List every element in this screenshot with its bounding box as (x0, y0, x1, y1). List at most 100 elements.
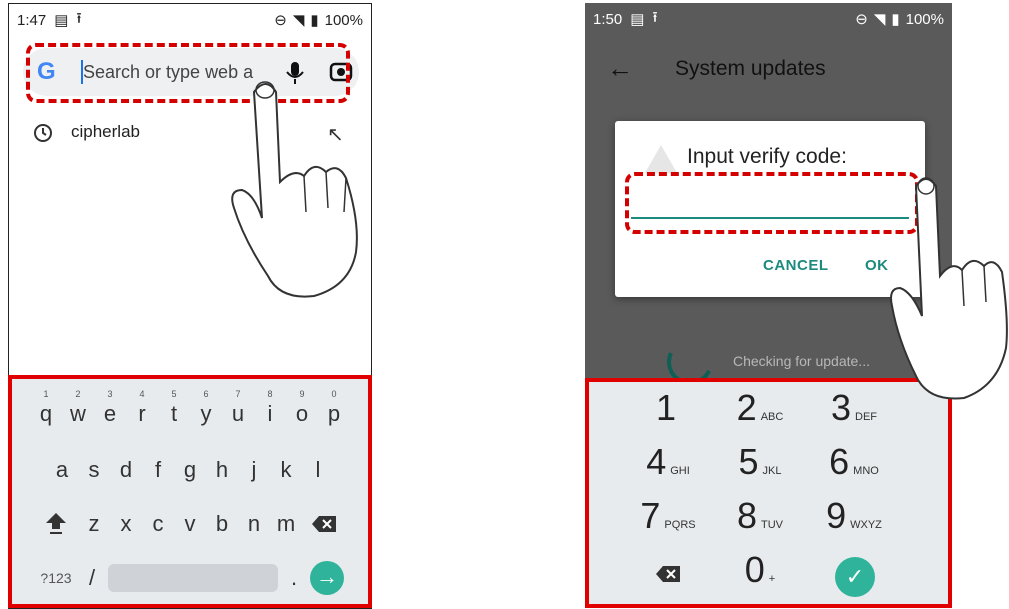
key-d[interactable]: d (110, 450, 142, 490)
dnd-icon: ⊖ (855, 11, 868, 28)
keypad-letters: PQRS (664, 519, 696, 531)
keypad-key-9[interactable]: 9 WXYZ (809, 495, 899, 549)
key-y[interactable]: 6y (190, 389, 222, 434)
warning-icon (645, 145, 677, 173)
input-highlight-frame (625, 172, 919, 234)
key-h[interactable]: h (206, 450, 238, 490)
app-bar: ← System updates (585, 35, 952, 99)
keypad-digit: 1 (655, 387, 677, 428)
key-number-hint: 6 (203, 389, 209, 399)
keypad-letters: TUV (761, 519, 784, 531)
key-p[interactable]: 0p (318, 389, 350, 434)
key-number-hint: 1 (43, 389, 49, 399)
keypad-digit: 2 (736, 387, 757, 428)
keypad-letters: JKL (762, 465, 782, 477)
key-f[interactable]: f (142, 450, 174, 490)
sim-icon: ▤ (54, 12, 69, 29)
keypad-digit: 7 (640, 495, 661, 536)
wifi-icon: ◥ (873, 11, 886, 28)
battery-level: 100% (324, 11, 363, 29)
symbols-key[interactable]: ?123 (36, 558, 76, 598)
key-c[interactable]: c (142, 504, 174, 544)
key-g[interactable]: g (174, 450, 206, 490)
back-arrow-icon[interactable]: ← (607, 53, 633, 84)
keypad-key-8[interactable]: 8 TUV (715, 495, 805, 549)
keypad-digit: 5 (738, 441, 759, 482)
checking-status-text: Checking for update... (733, 353, 870, 369)
keypad-digit: 3 (830, 387, 852, 428)
keypad-key-6[interactable]: 6 MNO (809, 441, 899, 495)
history-icon (34, 124, 52, 142)
pointing-hand-icon (890, 177, 1008, 400)
keypad-key-1[interactable]: 1 (623, 387, 713, 441)
key-r[interactable]: 4r (126, 389, 158, 434)
space-bar[interactable] (108, 564, 278, 592)
keypad-key-5[interactable]: 5 JKL (715, 441, 805, 495)
key-e[interactable]: 3e (94, 389, 126, 434)
confirm-check-icon[interactable]: ✓ (835, 557, 875, 597)
key-number-hint: 4 (139, 389, 145, 399)
status-bar: 1:50 ▤ ⭱ ⊖ ◥ ▮ 100% (585, 3, 952, 35)
go-arrow-icon[interactable]: → (310, 561, 344, 595)
keypad-key-3[interactable]: 3 DEF (809, 387, 899, 441)
keypad-key-4[interactable]: 4 GHI (623, 441, 713, 495)
keypad-key-0[interactable]: 0 + (715, 549, 805, 603)
key-a[interactable]: a (46, 450, 78, 490)
key-number-hint: 9 (299, 389, 305, 399)
slash-key[interactable]: / (76, 558, 108, 598)
key-m[interactable]: m (270, 504, 302, 544)
key-number-hint: 5 (171, 389, 177, 399)
key-i[interactable]: 8i (254, 389, 286, 434)
battery-icon: ▮ (891, 11, 900, 28)
key-b[interactable]: b (206, 504, 238, 544)
cancel-button[interactable]: CANCEL (763, 257, 829, 274)
upload-icon: ⭱ (652, 8, 658, 26)
battery-level: 100% (905, 10, 944, 28)
pointing-hand-icon (231, 81, 358, 298)
keypad-digit: 9 (826, 495, 847, 536)
upload-icon: ⭱ (76, 9, 82, 27)
key-z[interactable]: z (78, 504, 110, 544)
key-v[interactable]: v (174, 504, 206, 544)
shift-key[interactable] (34, 504, 78, 544)
backspace-key[interactable] (302, 504, 346, 544)
sim-icon: ▤ (630, 11, 645, 28)
keypad-key-7[interactable]: 7 PQRS (623, 495, 713, 549)
wifi-icon: ◥ (292, 12, 305, 29)
dnd-icon: ⊖ (274, 12, 287, 29)
backspace-icon[interactable] (623, 553, 713, 607)
key-number-hint: 3 (107, 389, 113, 399)
keypad-digit: 8 (736, 495, 758, 536)
keypad-letters: ABC (760, 411, 784, 423)
period-key[interactable]: . (278, 558, 310, 598)
keypad-letters: DEF (855, 411, 878, 423)
keypad-digit: 6 (829, 441, 850, 482)
key-q[interactable]: 1q (30, 389, 62, 434)
key-n[interactable]: n (238, 504, 270, 544)
ok-button[interactable]: OK (865, 257, 889, 274)
page-title: System updates (675, 57, 826, 80)
key-j[interactable]: j (238, 450, 270, 490)
key-o[interactable]: 9o (286, 389, 318, 434)
keypad-letters: MNO (853, 465, 879, 477)
status-time: 1:47 (17, 11, 47, 29)
status-time: 1:50 (593, 10, 623, 28)
key-s[interactable]: s (78, 450, 110, 490)
qwerty-keyboard: 1q2w3e4r5t6y7u8i9o0p asdfghjkl zxcvbnm ?… (9, 376, 371, 608)
key-number-hint: 8 (267, 389, 273, 399)
keypad-letters: + (768, 573, 776, 585)
key-number-hint: 0 (331, 389, 337, 399)
dialog-title: Input verify code: (687, 145, 847, 168)
key-number-hint: 2 (75, 389, 81, 399)
key-x[interactable]: x (110, 504, 142, 544)
key-k[interactable]: k (270, 450, 302, 490)
key-u[interactable]: 7u (222, 389, 254, 434)
battery-icon: ▮ (310, 12, 319, 29)
key-number-hint: 7 (235, 389, 241, 399)
key-w[interactable]: 2w (62, 389, 94, 434)
numeric-keypad: 1 2 ABC 3 DEF 4 GHI 5 JKL 6 MNO 7 PQRS 8 TUV 9 WXYZ 0 + ✓ (585, 381, 952, 607)
keypad-key-2[interactable]: 2 ABC (715, 387, 805, 441)
keypad-digit: 4 (646, 441, 667, 482)
key-t[interactable]: 5t (158, 389, 190, 434)
key-l[interactable]: l (302, 450, 334, 490)
